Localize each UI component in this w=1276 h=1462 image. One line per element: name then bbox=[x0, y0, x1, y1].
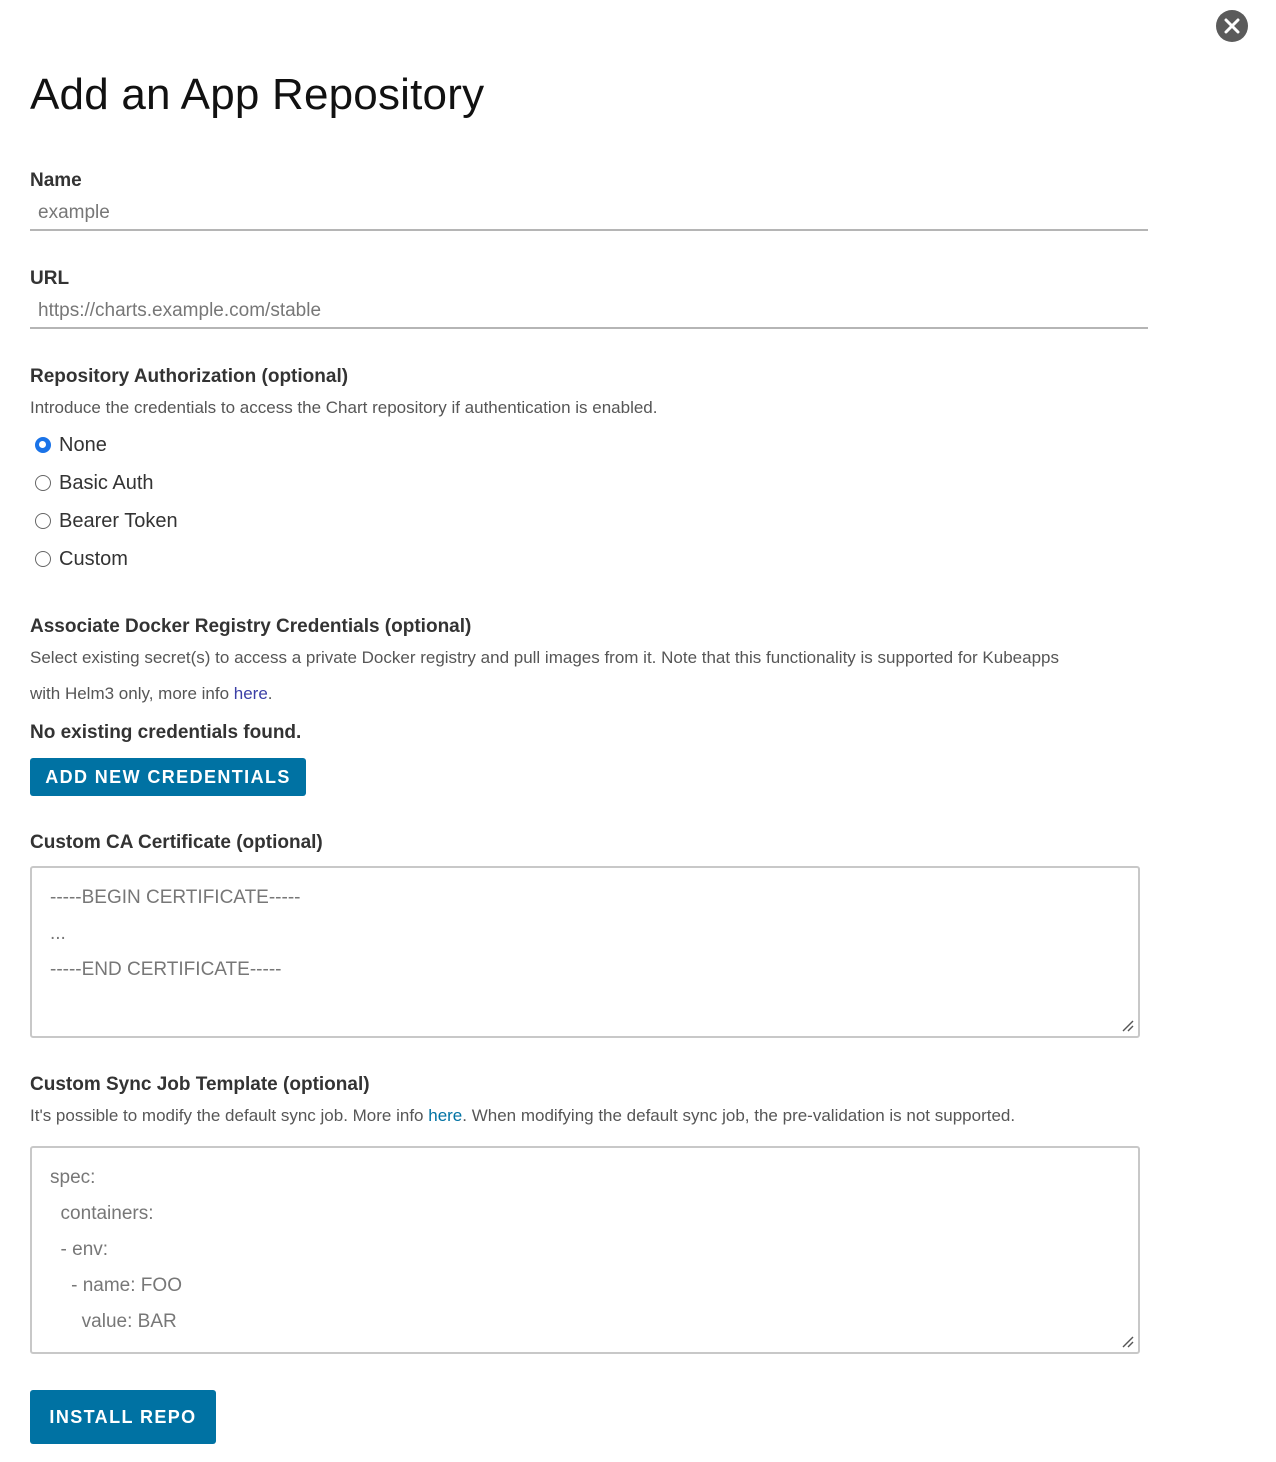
close-button[interactable] bbox=[1216, 10, 1248, 42]
url-label: URL bbox=[30, 268, 70, 289]
install-repo-button[interactable]: INSTALL REPO bbox=[30, 1390, 216, 1444]
sync-job-textarea[interactable]: spec: containers: - env: - name: FOO val… bbox=[30, 1146, 1140, 1354]
placeholder-line: value: BAR bbox=[50, 1311, 177, 1332]
auth-option-label: Bearer Token bbox=[59, 509, 178, 532]
placeholder-line: - name: FOO bbox=[50, 1275, 182, 1296]
radio-basic-auth[interactable] bbox=[35, 475, 51, 491]
docker-creds-description-line2: with Helm3 only, more info here. bbox=[30, 676, 273, 712]
radio-custom[interactable] bbox=[35, 551, 51, 567]
placeholder-line: -----END CERTIFICATE----- bbox=[50, 959, 282, 980]
sync-job-description: It's possible to modify the default sync… bbox=[30, 1098, 1015, 1134]
docker-creds-description-prefix: with Helm3 only, more info bbox=[30, 684, 234, 703]
sync-job-label: Custom Sync Job Template (optional) bbox=[30, 1074, 370, 1095]
url-input[interactable] bbox=[30, 295, 1148, 329]
radio-bearer-token[interactable] bbox=[35, 513, 51, 529]
docker-creds-description-line1: Select existing secret(s) to access a pr… bbox=[30, 648, 1059, 667]
docker-creds-more-info-link[interactable]: here bbox=[234, 684, 268, 703]
name-label: Name bbox=[30, 170, 82, 191]
auth-option-label: Basic Auth bbox=[59, 471, 154, 494]
placeholder-line: spec: bbox=[50, 1167, 96, 1188]
auth-option-custom[interactable]: Custom bbox=[35, 546, 128, 572]
sync-job-placeholder: spec: containers: - env: - name: FOO val… bbox=[50, 1160, 182, 1340]
close-icon bbox=[1224, 18, 1240, 34]
ca-cert-label: Custom CA Certificate (optional) bbox=[30, 832, 323, 853]
page-title: Add an App Repository bbox=[30, 70, 485, 119]
placeholder-line: -----BEGIN CERTIFICATE----- bbox=[50, 887, 301, 908]
resize-handle-icon[interactable] bbox=[1120, 1334, 1134, 1348]
ca-cert-textarea[interactable]: -----BEGIN CERTIFICATE-----... -----END C… bbox=[30, 866, 1140, 1038]
auth-option-label: Custom bbox=[59, 547, 128, 570]
resize-handle-icon[interactable] bbox=[1120, 1018, 1134, 1032]
auth-label: Repository Authorization (optional) bbox=[30, 366, 349, 387]
radio-none[interactable] bbox=[35, 437, 51, 453]
docker-creds-label: Associate Docker Registry Credentials (o… bbox=[30, 616, 472, 637]
auth-description: Introduce the credentials to access the … bbox=[30, 398, 658, 417]
auth-option-none[interactable]: None bbox=[35, 432, 107, 458]
placeholder-line: - env: bbox=[50, 1239, 109, 1260]
placeholder-line: ... bbox=[50, 923, 66, 944]
auth-option-label: None bbox=[59, 433, 107, 456]
sync-job-more-info-link[interactable]: here bbox=[428, 1106, 462, 1125]
placeholder-line: containers: bbox=[50, 1203, 154, 1224]
sync-job-description-prefix: It's possible to modify the default sync… bbox=[30, 1106, 429, 1125]
name-input[interactable] bbox=[30, 197, 1148, 231]
sync-job-description-suffix: . When modifying the default sync job, t… bbox=[462, 1106, 1016, 1125]
add-new-credentials-button[interactable]: ADD NEW CREDENTIALS bbox=[30, 758, 306, 796]
auth-option-basic-auth[interactable]: Basic Auth bbox=[35, 470, 154, 496]
auth-option-bearer-token[interactable]: Bearer Token bbox=[35, 508, 178, 534]
docker-creds-description-suffix: . bbox=[267, 684, 273, 703]
ca-cert-placeholder: -----BEGIN CERTIFICATE-----... -----END C… bbox=[50, 880, 300, 988]
no-credentials-message: No existing credentials found. bbox=[30, 722, 302, 743]
